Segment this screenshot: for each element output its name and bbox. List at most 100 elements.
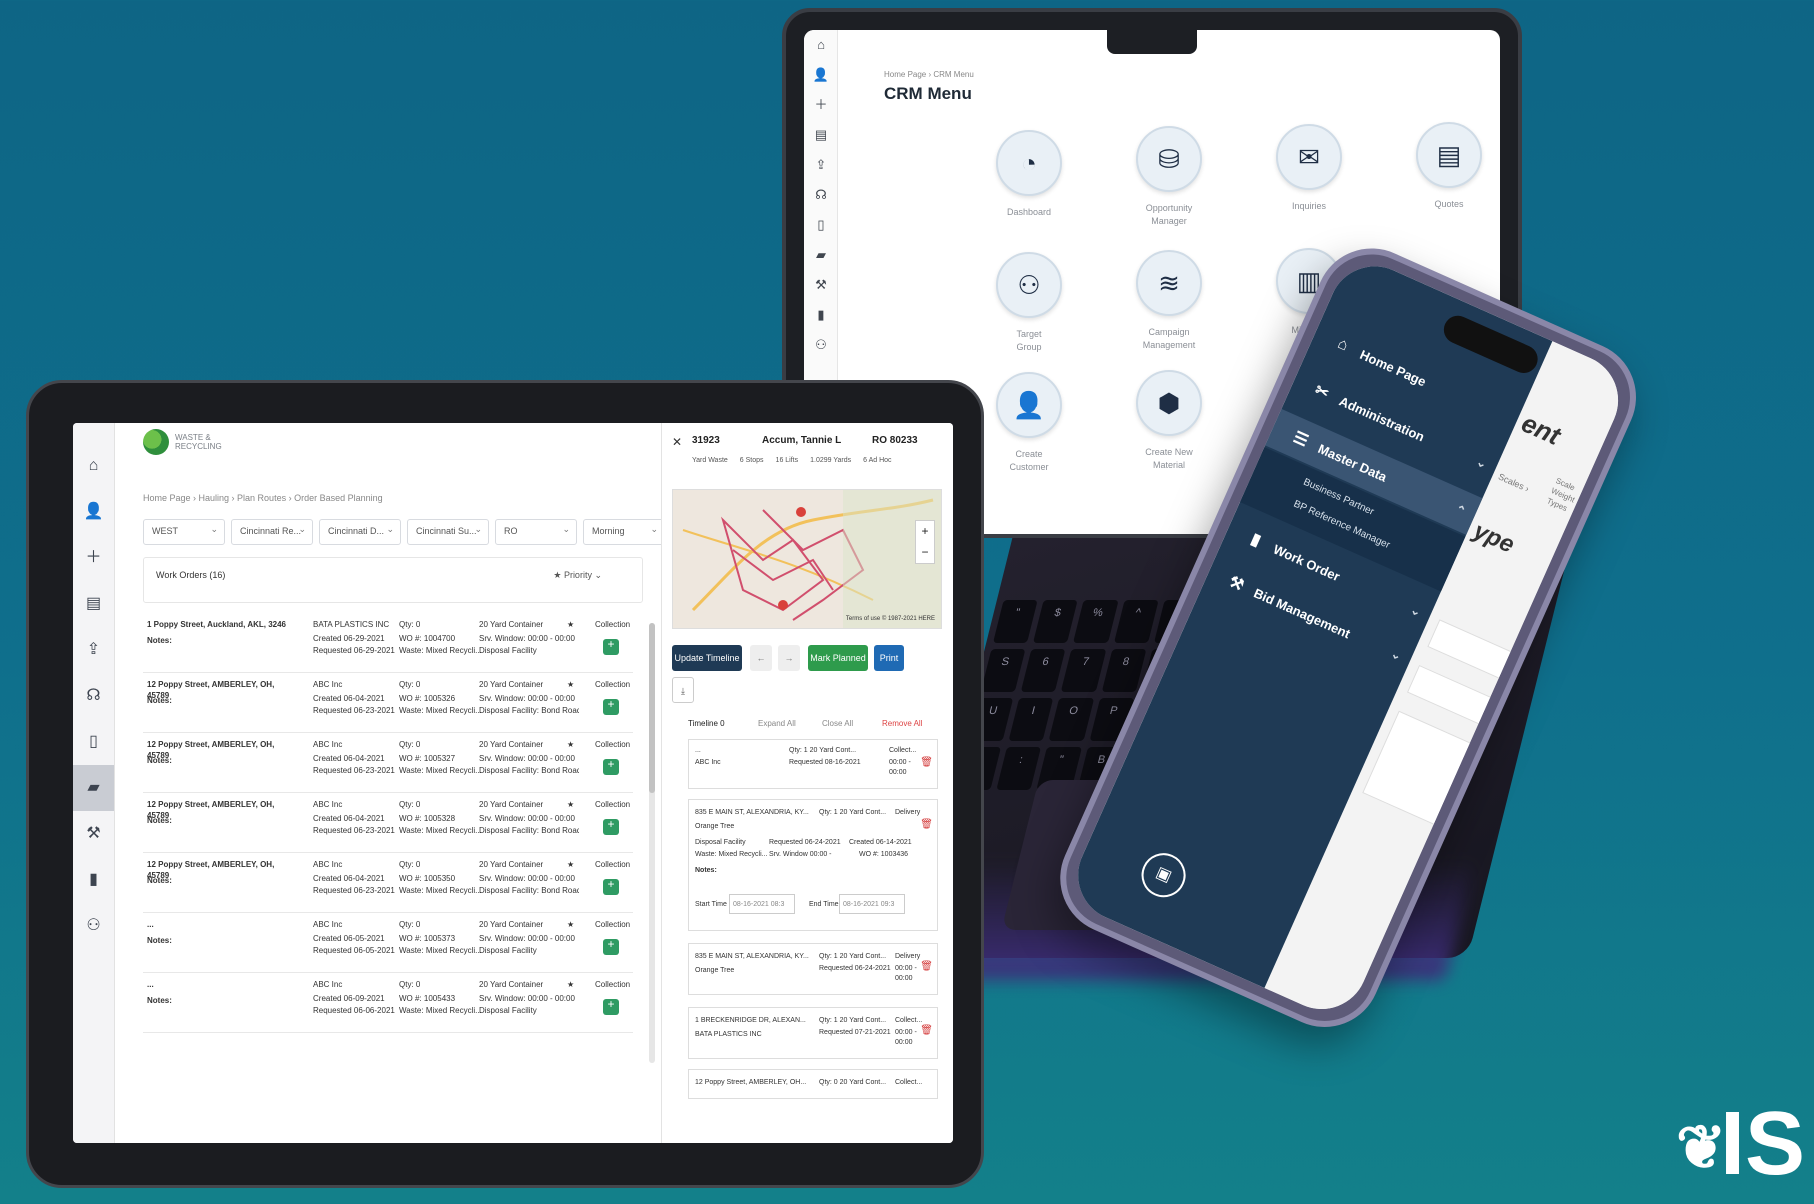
file-icon[interactable]: ▯ (804, 210, 838, 240)
star-icon[interactable]: ★ (567, 679, 574, 690)
filter-region[interactable]: WEST (143, 519, 225, 545)
add-icon[interactable]: + (603, 938, 619, 955)
star-icon[interactable]: ★ (567, 739, 574, 750)
crm-inquiries[interactable]: ✉ Inquiries (1239, 124, 1379, 213)
end-time-input[interactable]: 08-16-2021 09:3 (839, 894, 905, 914)
document-icon[interactable]: ▤ (804, 120, 838, 150)
close-all-link[interactable]: Close All (822, 719, 853, 728)
update-timeline-button[interactable]: Update Timeline (672, 645, 742, 671)
tl-time: 00:00 - 00:00 (889, 759, 911, 776)
timeline-item[interactable]: 1 BRECKENRIDGE DR, ALEXAN... BATA PLASTI… (688, 1007, 938, 1059)
star-icon[interactable]: ★ (567, 919, 574, 930)
breadcrumb[interactable]: Home Page › CRM Menu (884, 70, 974, 79)
add-icon[interactable]: + (603, 758, 619, 775)
list-scrollbar[interactable] (649, 623, 655, 1063)
gavel-icon[interactable]: ⚒ (804, 270, 838, 300)
wo-created: Created 06-05-2021 (313, 934, 385, 943)
add-icon[interactable]: + (603, 818, 619, 835)
add-icon[interactable]: + (603, 638, 619, 655)
expand-all-link[interactable]: Expand All (758, 719, 796, 728)
route-panel: ✕ 31923 Accum, Tannie L RO 80233 Yard Wa… (661, 423, 953, 1143)
wo-facility: Disposal Facility: Bond Road Land... (479, 886, 579, 895)
users-icon[interactable]: ⚇ (804, 330, 838, 360)
document-icon[interactable]: ▤ (73, 581, 114, 627)
trash-icon[interactable]: 🗑 (920, 1026, 933, 1036)
timeline-item[interactable]: 12 Poppy Street, AMBERLEY, OH... Qty: 0 … (688, 1069, 938, 1099)
filter-site[interactable]: Cincinnati Re... (231, 519, 313, 545)
home-icon[interactable]: ⌂ (73, 443, 114, 489)
nav-home-page[interactable]: ⌂ Home Page (1330, 333, 1429, 390)
tl-type: Collect... (889, 747, 917, 754)
timeline-item[interactable]: 835 E MAIN ST, ALEXANDRIA, KY... Orange … (688, 943, 938, 995)
wo-created: Created 06-04-2021 (313, 694, 385, 703)
truck-icon[interactable]: ▰ (73, 765, 114, 811)
zoom-controls[interactable]: + − (915, 520, 935, 564)
remove-all-link[interactable]: Remove All (882, 719, 922, 728)
priority-sort[interactable]: ★ Priority ⌄ (553, 570, 602, 581)
headset-icon[interactable]: ☊ (804, 180, 838, 210)
inbox-icon[interactable]: ▣ (1134, 846, 1193, 905)
headset-icon[interactable]: ☊ (73, 673, 114, 719)
star-icon[interactable]: ★ (567, 619, 574, 630)
star-icon[interactable]: ★ (567, 979, 574, 990)
arrow-left-icon[interactable]: ← (750, 645, 772, 671)
crm-create-new-material[interactable]: ⬢ Create New Material (1099, 370, 1239, 472)
tl-created: Created 06-14-2021 (849, 839, 912, 846)
star-icon[interactable]: ★ (567, 859, 574, 870)
file-export-icon[interactable]: ⇪ (73, 627, 114, 673)
trash-icon[interactable]: 🗑 (920, 820, 933, 830)
scroll-thumb[interactable] (649, 623, 655, 793)
gavel-icon[interactable]: ⚒ (73, 811, 114, 857)
download-icon[interactable]: ⤓ (672, 677, 694, 703)
clipboard-icon[interactable]: ▮ (804, 300, 838, 330)
trash-icon[interactable]: 🗑 (920, 962, 933, 972)
table-row[interactable]: 12 Poppy Street, AMBERLEY, OH, 45789 Note… (143, 793, 633, 853)
crm-quotes[interactable]: ▤ Quotes (1379, 122, 1500, 211)
route-map[interactable]: + − Terms of use © 1987-2021 HERE (672, 489, 942, 629)
breadcrumb[interactable]: Home Page › Hauling › Plan Routes › Orde… (143, 493, 383, 503)
logo-mark (143, 429, 169, 455)
user-settings-icon[interactable]: 👤 (804, 60, 838, 90)
start-time-input[interactable]: 08-16-2021 08:3 (729, 894, 795, 914)
table-row[interactable]: 12 Poppy Street, AMBERLEY, OH, 45789 Note… (143, 673, 633, 733)
filter-route-type[interactable]: RO (495, 519, 577, 545)
print-button[interactable]: Print (874, 645, 904, 671)
file-export-icon[interactable]: ⇪ (804, 150, 838, 180)
tl-type: Collect... (895, 1079, 923, 1086)
form-field[interactable] (1362, 710, 1491, 834)
tl-qty: Qty: 1 20 Yard Cont... (819, 1017, 887, 1024)
trash-icon[interactable]: 🗑 (920, 758, 933, 768)
users-icon[interactable]: ⚇ (73, 903, 114, 949)
add-icon[interactable]: + (603, 878, 619, 895)
add-icon[interactable]: + (603, 998, 619, 1015)
breadcrumb-fragment[interactable]: Scales › (1497, 472, 1531, 494)
add-icon[interactable]: + (603, 698, 619, 715)
arrow-right-icon[interactable]: → (778, 645, 800, 671)
filter-subdistrict[interactable]: Cincinnati Su... (407, 519, 489, 545)
add-user-icon[interactable]: ＋ (804, 90, 838, 120)
user-settings-icon[interactable]: 👤 (73, 489, 114, 535)
filter-shift[interactable]: Morning (583, 519, 665, 545)
home-icon[interactable]: ⌂ (804, 30, 838, 60)
tl-start-label: Start Time (695, 901, 727, 908)
crm-target-group[interactable]: ⚇ Target Group (959, 252, 1099, 354)
tl-qty: Qty: 0 20 Yard Cont... (819, 1079, 887, 1086)
mark-planned-button[interactable]: Mark Planned (808, 645, 868, 671)
star-icon[interactable]: ★ (567, 799, 574, 810)
truck-icon[interactable]: ▰ (804, 240, 838, 270)
add-user-icon[interactable]: ＋ (73, 535, 114, 581)
clipboard-icon[interactable]: ▮ (73, 857, 114, 903)
close-icon[interactable]: ✕ (672, 435, 682, 449)
table-row[interactable]: 12 Poppy Street, AMBERLEY, OH, 45789 Note… (143, 733, 633, 793)
table-row[interactable]: 12 Poppy Street, AMBERLEY, OH, 45789 Note… (143, 853, 633, 913)
timeline-item-expanded[interactable]: 835 E MAIN ST, ALEXANDRIA, KY... Orange … (688, 799, 938, 931)
table-row[interactable]: 1 Poppy Street, Auckland, AKL, 3246 Notes… (143, 613, 633, 673)
crm-opportunity-manager[interactable]: ⛁ Opportunity Manager (1099, 126, 1239, 228)
crm-dashboard[interactable]: ◔ Dashboard (959, 130, 1099, 219)
file-icon[interactable]: ▯ (73, 719, 114, 765)
table-row[interactable]: ... Notes: ABC Inc Created 06-05-2021 Reques… (143, 913, 633, 973)
timeline-item[interactable]: ... ABC Inc Qty: 1 20 Yard Cont... Colle… (688, 739, 938, 789)
filter-district[interactable]: Cincinnati D... (319, 519, 401, 545)
table-row[interactable]: ... Notes: ABC Inc Created 06-09-2021 Reques… (143, 973, 633, 1033)
crm-campaign-management[interactable]: ≋ Campaign Management (1099, 250, 1239, 352)
